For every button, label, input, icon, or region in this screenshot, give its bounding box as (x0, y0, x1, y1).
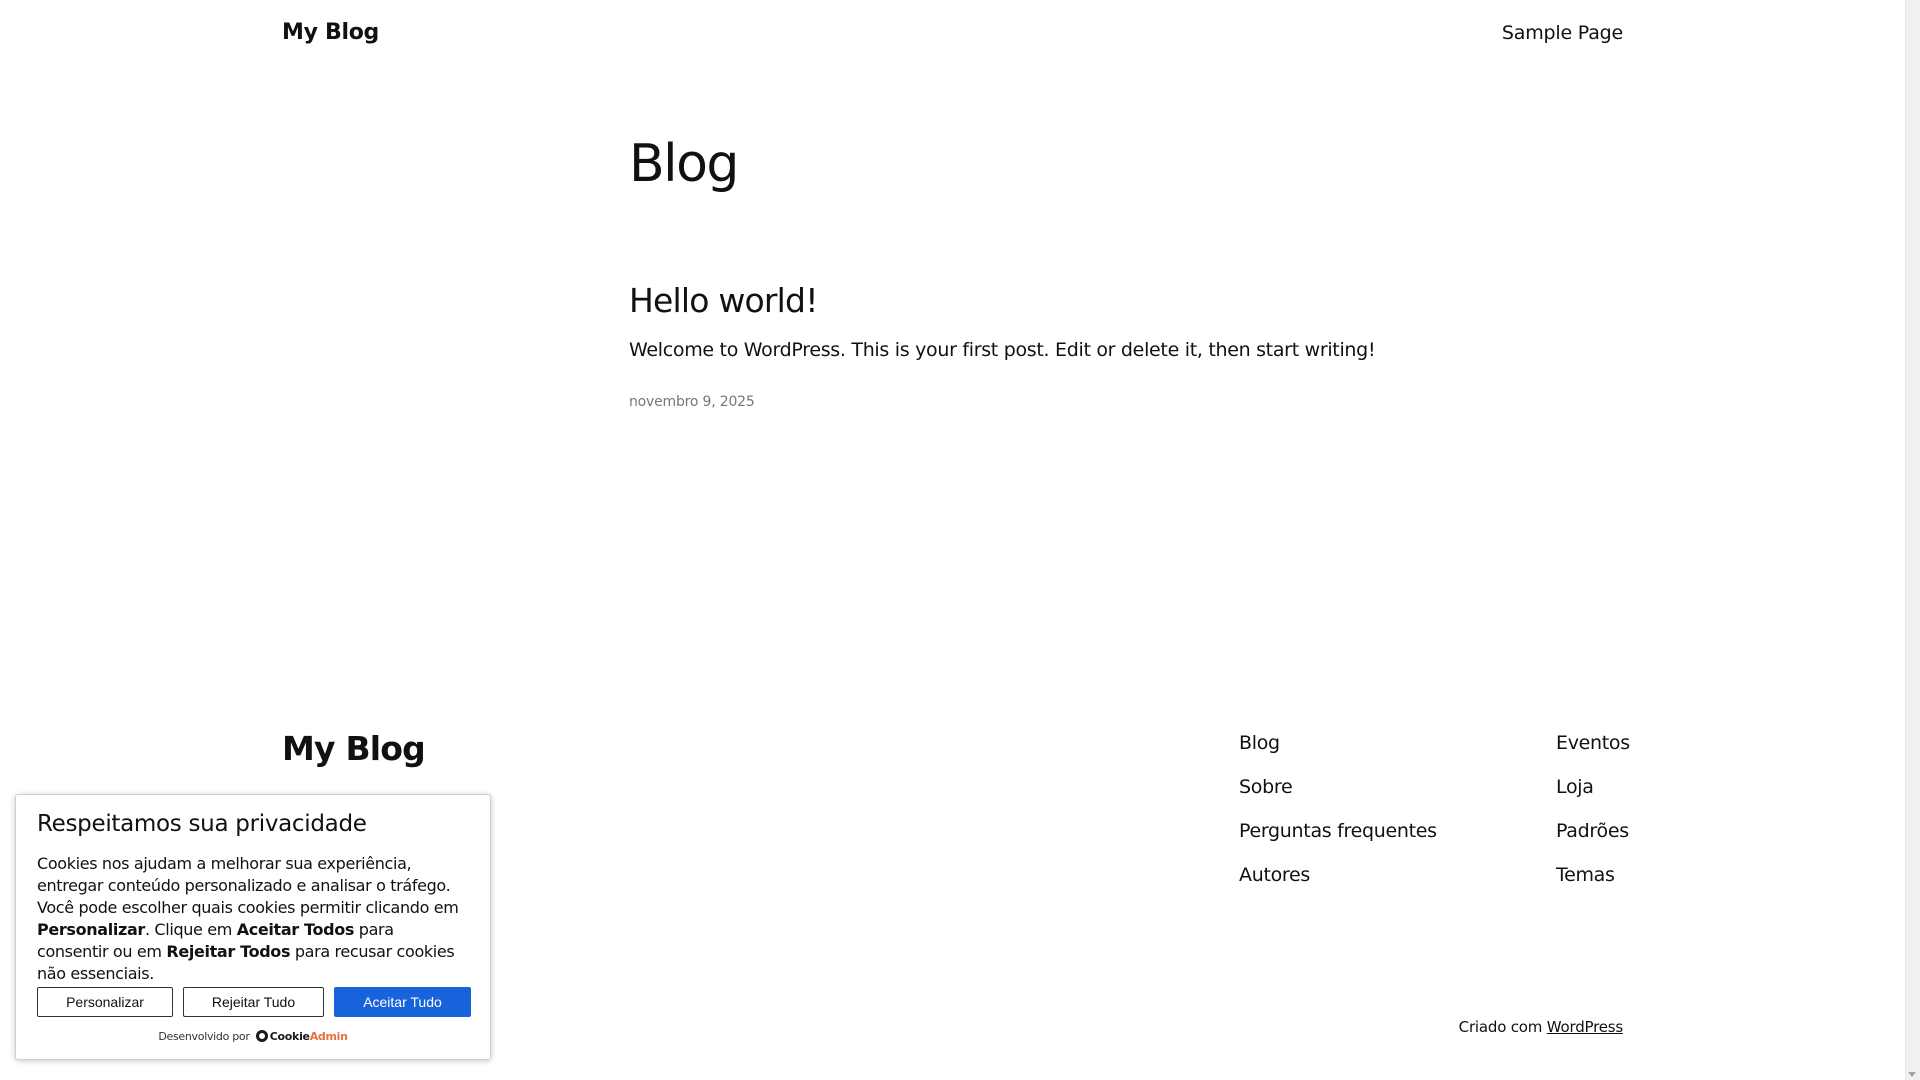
page-title: Blog (629, 134, 739, 194)
footer-credit: Criado com WordPress (1458, 1018, 1624, 1036)
cookie-text-part: . Clique em (144, 920, 237, 939)
cookie-banner-text: Cookies nos ajudam a melhorar sua experi… (37, 853, 467, 985)
credit-prefix: Criado com (1458, 1018, 1543, 1036)
post-title[interactable]: Hello world! (629, 281, 818, 320)
reject-all-button[interactable]: Rejeitar Tudo (183, 987, 324, 1017)
footer-link-sobre[interactable]: Sobre (1239, 774, 1437, 818)
footer-site-title[interactable]: My Blog (282, 729, 426, 768)
wordpress-link[interactable]: WordPress (1547, 1018, 1623, 1036)
footer-link-loja[interactable]: Loja (1556, 774, 1630, 818)
footer-link-autores[interactable]: Autores (1239, 862, 1437, 906)
cookie-text-part: Cookies nos ajudam a melhorar sua experi… (37, 854, 459, 917)
footer-link-eventos[interactable]: Eventos (1556, 730, 1630, 774)
footer-nav-column-2: Eventos Loja Padrões Temas (1556, 730, 1630, 906)
cookie-text-bold: Personalizar (37, 920, 145, 939)
cookie-banner-title: Respeitamos sua privacidade (37, 811, 367, 837)
logo-word-accent: Admin (309, 1030, 348, 1043)
cookieadmin-logo-icon (255, 1030, 268, 1042)
scroll-down-arrow-icon[interactable] (1908, 1072, 1916, 1077)
cookie-button-row: Personalizar Rejeitar Tudo Aceitar Tudo (37, 987, 471, 1017)
cookieadmin-logo[interactable]: CookieAdmin (270, 1030, 348, 1043)
footer-link-padroes[interactable]: Padrões (1556, 818, 1630, 862)
powered-by-label: Desenvolvido por (158, 1030, 250, 1043)
powered-by: Desenvolvido por CookieAdmin (16, 1030, 490, 1043)
cookie-text-bold: Aceitar Todos (236, 920, 355, 939)
logo-word-part: Cookie (269, 1030, 310, 1043)
vertical-scrollbar[interactable] (1905, 0, 1920, 1080)
post-date: novembro 9, 2025 (629, 394, 755, 410)
cookie-consent-banner: Respeitamos sua privacidade Cookies nos … (15, 794, 491, 1060)
accept-all-button[interactable]: Aceitar Tudo (334, 987, 471, 1017)
footer-link-blog[interactable]: Blog (1239, 730, 1437, 774)
customize-button[interactable]: Personalizar (37, 987, 173, 1017)
footer-link-temas[interactable]: Temas (1556, 862, 1630, 906)
site-title[interactable]: My Blog (282, 20, 379, 45)
post-excerpt: Welcome to WordPress. This is your first… (629, 339, 1376, 361)
footer-link-faq[interactable]: Perguntas frequentes (1239, 818, 1437, 862)
footer-nav-column-1: Blog Sobre Perguntas frequentes Autores (1239, 730, 1437, 906)
cookie-text-bold: Rejeitar Todos (166, 942, 291, 961)
nav-link-sample-page[interactable]: Sample Page (1502, 22, 1623, 44)
